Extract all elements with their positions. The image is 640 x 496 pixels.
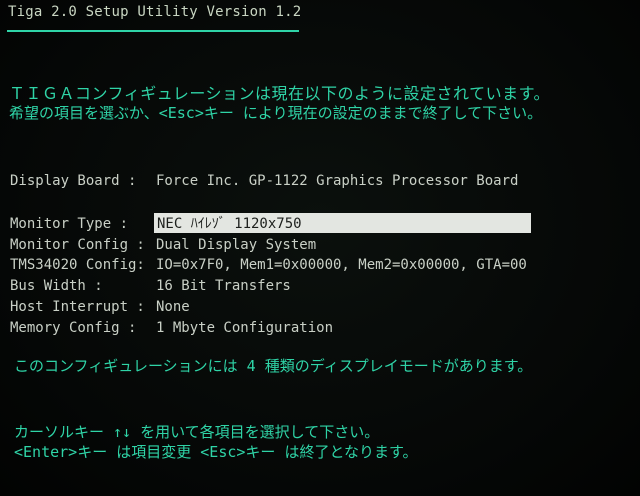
tms34020-config-value[interactable]: IO=0x7F0, Mem1=0x00000, Mem2=0x00000, GT… (156, 256, 527, 274)
intro-line-1: ＴＩＧＡコンフィギュレーションは現在以下のように設定されています。 (9, 84, 550, 103)
display-modes-message: このコンフィギュレーションには 4 種類のディスプレイモードがあります。 (14, 357, 533, 375)
memory-config-label: Memory Config : (10, 320, 137, 336)
host-interrupt-value[interactable]: None (156, 298, 190, 316)
memory-config-value[interactable]: 1 Mbyte Configuration (156, 319, 333, 337)
intro-line-2: 希望の項目を選ぶか、<Esc>キー により現在の設定のままで終了して下さい。 (9, 104, 543, 122)
display-board-label: Display Board : (10, 173, 137, 189)
monitor-config-value[interactable]: Dual Display System (156, 236, 316, 254)
bus-width-label: Bus Width : (10, 278, 103, 294)
help-line-1: カーソルキー ↑↓ を用いて各項目を選択して下さい。 (14, 423, 380, 441)
monitor-config-label: Monitor Config : (10, 237, 145, 253)
monitor-type-value[interactable]: NEC ﾊｲﾚｿﾞ 1120x750 (157, 215, 302, 233)
display-board-value: Force Inc. GP-1122 Graphics Processor Bo… (156, 173, 519, 189)
title-underline (7, 30, 299, 32)
host-interrupt-label: Host Interrupt : (10, 299, 145, 315)
app-title: Tiga 2.0 Setup Utility Version 1.2 (8, 4, 302, 20)
monitor-type-label: Monitor Type : (10, 216, 129, 232)
terminal-screen: Tiga 2.0 Setup Utility Version 1.2 ＴＩＧＡコ… (0, 0, 640, 496)
help-line-2: <Enter>キー は項目変更 <Esc>キー は終了となります。 (14, 443, 418, 461)
tms34020-config-label: TMS34020 Config: (10, 257, 145, 273)
bus-width-value[interactable]: 16 Bit Transfers (156, 277, 291, 295)
